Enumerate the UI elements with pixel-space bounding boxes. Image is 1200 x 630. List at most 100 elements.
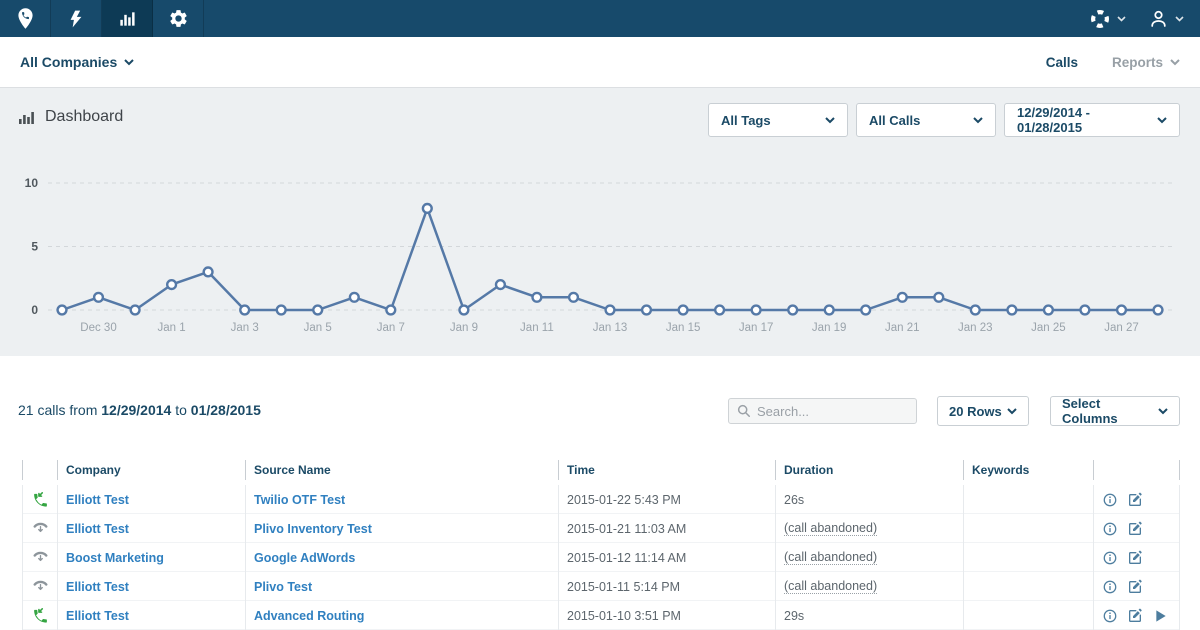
info-icon[interactable]	[1102, 579, 1118, 595]
subnav: Calls Reports	[1046, 55, 1180, 70]
source-link[interactable]: Twilio OTF Test	[254, 493, 345, 507]
nav-link-reports[interactable]: Reports	[1112, 55, 1180, 70]
table-row: Elliott Test Twilio OTF Test 2015-01-22 5:…	[22, 485, 1180, 514]
company-link[interactable]: Boost Marketing	[66, 551, 164, 565]
header-source-name: Source Name	[245, 460, 558, 480]
call-time: 2015-01-10 3:51 PM	[567, 609, 681, 623]
map-pin-phone-logo-icon	[14, 7, 37, 30]
company-cell: Elliott Test	[57, 514, 245, 543]
chart-data-point	[898, 293, 907, 302]
chevron-down-icon	[973, 117, 983, 124]
y-axis-tick-label: 10	[25, 176, 39, 190]
table-row: Elliott TestPlivo Inventory Test2015-01-…	[22, 514, 1180, 543]
account-menu[interactable]	[1148, 8, 1184, 29]
help-menu[interactable]	[1089, 8, 1126, 30]
company-cell: Elliott Test	[57, 601, 245, 630]
call-duration: (call abandoned)	[784, 550, 877, 565]
keywords-cell	[963, 543, 1093, 572]
call-duration: 29s	[784, 609, 804, 623]
y-axis-tick-label: 5	[31, 240, 38, 254]
source-cell: Google AdWords	[245, 543, 558, 572]
tags-filter-dropdown[interactable]: All Tags	[708, 103, 848, 137]
chart-data-point	[679, 306, 688, 315]
time-cell: 2015-01-22 5:43 PM	[558, 485, 775, 514]
company-link[interactable]: Elliott Test	[66, 609, 129, 623]
call-status-cell	[22, 485, 57, 514]
chart-data-point	[313, 306, 322, 315]
search-box	[728, 398, 917, 424]
chart-data-point	[1044, 306, 1053, 315]
company-link[interactable]: Elliott Test	[66, 493, 129, 507]
play-recording-icon[interactable]	[1152, 608, 1168, 624]
nav-tab-settings[interactable]	[153, 0, 204, 37]
edit-note-icon[interactable]	[1127, 550, 1143, 566]
time-cell: 2015-01-12 11:14 AM	[558, 543, 775, 572]
table-header-row: Company Source Name Time Duration Keywor…	[22, 455, 1180, 485]
calls-section: 21 calls from 12/29/2014 to 01/28/2015 2…	[0, 356, 1200, 630]
search-input[interactable]	[757, 404, 908, 419]
chart-data-point	[825, 306, 834, 315]
y-axis-tick-label: 0	[31, 303, 38, 317]
rows-per-page-dropdown[interactable]: 20 Rows	[937, 396, 1029, 426]
company-cell: Boost Marketing	[57, 543, 245, 572]
chart-data-point	[423, 204, 432, 213]
chevron-down-icon	[1007, 408, 1017, 415]
keywords-cell	[963, 601, 1093, 630]
company-link[interactable]: Elliott Test	[66, 522, 129, 536]
company-selector-label: All Companies	[20, 54, 117, 70]
search-icon	[737, 404, 751, 418]
edit-note-icon[interactable]	[1127, 608, 1143, 624]
bar-chart-icon	[117, 9, 137, 29]
time-cell: 2015-01-10 3:51 PM	[558, 601, 775, 630]
x-axis-tick-label: Jan 19	[812, 322, 847, 334]
source-link[interactable]: Google AdWords	[254, 551, 355, 565]
edit-note-icon[interactable]	[1127, 492, 1143, 508]
table-body: Elliott Test Twilio OTF Test 2015-01-22 5:…	[22, 485, 1180, 630]
chart-data-point	[861, 306, 870, 315]
table-row: Boost Marketing Google AdWords 2015-01-12 …	[22, 543, 1180, 572]
calls-summary-to-date: 01/28/2015	[191, 402, 261, 418]
source-link[interactable]: Plivo Inventory Test	[254, 522, 372, 536]
source-link[interactable]: Advanced Routing	[254, 609, 364, 623]
chart-data-point	[350, 293, 359, 302]
page-title: Dashboard	[18, 108, 123, 126]
info-icon[interactable]	[1102, 608, 1118, 624]
chart-data-point	[386, 306, 395, 315]
edit-note-icon[interactable]	[1127, 579, 1143, 595]
company-link[interactable]: Elliott Test	[66, 580, 129, 594]
nav-tab-activity[interactable]	[51, 0, 102, 37]
chevron-down-icon	[1157, 117, 1167, 124]
time-cell: 2015-01-11 5:14 PM	[558, 572, 775, 601]
chart-data-point	[1117, 306, 1126, 315]
calls-summary-to-word: to	[175, 402, 187, 418]
x-axis-tick-label: Dec 30	[80, 322, 116, 334]
info-icon[interactable]	[1102, 492, 1118, 508]
call-time: 2015-01-22 5:43 PM	[567, 493, 681, 507]
chart-data-point	[240, 306, 249, 315]
info-icon[interactable]	[1102, 550, 1118, 566]
calls-table: Company Source Name Time Duration Keywor…	[22, 455, 1180, 630]
nav-link-calls[interactable]: Calls	[1046, 55, 1078, 70]
company-selector[interactable]: All Companies	[20, 54, 134, 70]
call-status-cell	[22, 601, 57, 630]
source-cell: Plivo Test	[245, 572, 558, 601]
calls-filter-dropdown[interactable]: All Calls	[856, 103, 996, 137]
top-navbar	[0, 0, 1200, 37]
keywords-cell	[963, 572, 1093, 601]
source-link[interactable]: Plivo Test	[254, 580, 312, 594]
dashboard-section: Dashboard All Tags All Calls 12/29/2014 …	[0, 88, 1200, 356]
chevron-down-icon	[1175, 16, 1184, 22]
abandoned-call-icon	[32, 549, 49, 566]
nav-tab-reports[interactable]	[102, 0, 153, 37]
select-columns-dropdown[interactable]: Select Columns	[1050, 396, 1180, 426]
x-axis-tick-label: Jan 17	[739, 322, 774, 334]
date-range-dropdown[interactable]: 12/29/2014 - 01/28/2015	[1004, 103, 1180, 137]
header-status	[22, 460, 57, 480]
info-icon[interactable]	[1102, 521, 1118, 537]
lightning-bolt-icon	[66, 9, 86, 29]
header-time: Time	[558, 460, 775, 480]
x-axis-tick-label: Jan 3	[231, 322, 259, 334]
edit-note-icon[interactable]	[1127, 521, 1143, 537]
nav-tab-home[interactable]	[0, 0, 51, 37]
person-icon	[1148, 8, 1169, 29]
